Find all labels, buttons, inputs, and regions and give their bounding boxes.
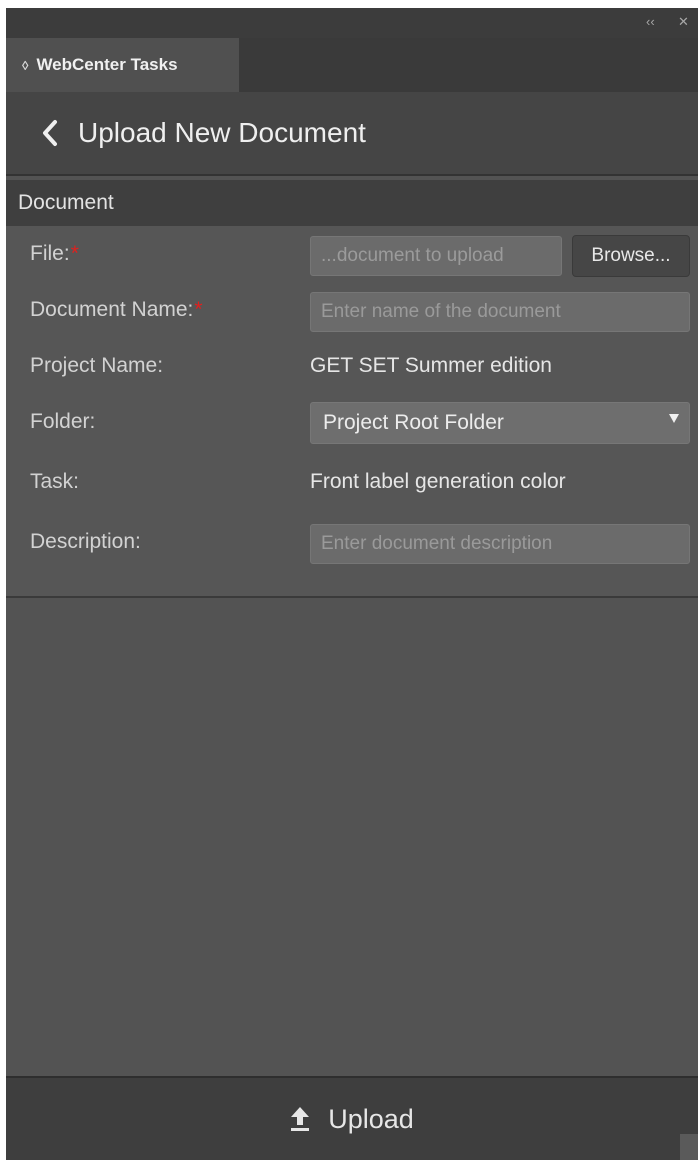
- folder-row: Folder: Project Root Folder: [6, 398, 698, 446]
- close-icon[interactable]: ✕: [678, 15, 689, 29]
- document-name-label: Document Name: *: [30, 286, 203, 334]
- file-path-field[interactable]: [310, 236, 562, 276]
- upload-button[interactable]: Upload: [290, 1104, 414, 1135]
- webcenter-panel: ‹‹ ✕ ◊ WebCenter Tasks Upload New Docume…: [6, 8, 698, 1160]
- project-name-label: Project Name:: [30, 354, 164, 377]
- folder-select[interactable]: Project Root Folder: [310, 402, 690, 444]
- task-row: Task: Front label generation color: [6, 458, 698, 506]
- upload-label: Upload: [328, 1103, 414, 1134]
- section-title: Document: [18, 191, 114, 214]
- upload-icon: [290, 1106, 310, 1132]
- document-name-label-text: Document Name:: [30, 298, 194, 321]
- page-title: Upload New Document: [78, 117, 366, 148]
- file-label-text: File:: [30, 242, 70, 265]
- tab-label: WebCenter Tasks: [36, 55, 178, 74]
- description-input[interactable]: [310, 524, 690, 564]
- document-name-input[interactable]: [310, 292, 690, 332]
- page-header: Upload New Document: [6, 92, 698, 176]
- required-mark: *: [194, 298, 203, 321]
- tab-bar: ◊ WebCenter Tasks: [6, 38, 698, 92]
- task-value: Front label generation color: [310, 470, 566, 493]
- panel-title-bar: ‹‹ ✕: [6, 8, 698, 38]
- document-name-row: Document Name: *: [6, 286, 698, 334]
- caret-down-icon: [669, 414, 679, 423]
- file-label: File: *: [30, 230, 79, 278]
- document-form: File:* Browse... Document Name:* Project…: [6, 226, 698, 598]
- task-label: Task:: [30, 470, 80, 493]
- diamond-icon: ◊: [22, 57, 29, 73]
- section-header-document: Document: [6, 180, 698, 226]
- chevron-left-icon[interactable]: [30, 113, 70, 153]
- required-mark: *: [70, 242, 79, 265]
- description-label: Description:: [30, 530, 141, 553]
- tab-webcenter-tasks[interactable]: ◊ WebCenter Tasks: [6, 38, 239, 92]
- description-row: Description:: [6, 518, 698, 566]
- file-row: File:* Browse...: [6, 230, 698, 278]
- folder-selected-value: Project Root Folder: [323, 411, 504, 434]
- project-name-value: GET SET Summer edition: [310, 354, 552, 377]
- collapse-icon[interactable]: ‹‹: [646, 15, 655, 29]
- resize-handle[interactable]: [680, 1134, 698, 1160]
- project-name-row: Project Name: GET SET Summer edition: [6, 342, 698, 390]
- footer-bar: Upload: [6, 1076, 698, 1160]
- folder-label: Folder:: [30, 410, 96, 433]
- browse-button[interactable]: Browse...: [572, 235, 690, 277]
